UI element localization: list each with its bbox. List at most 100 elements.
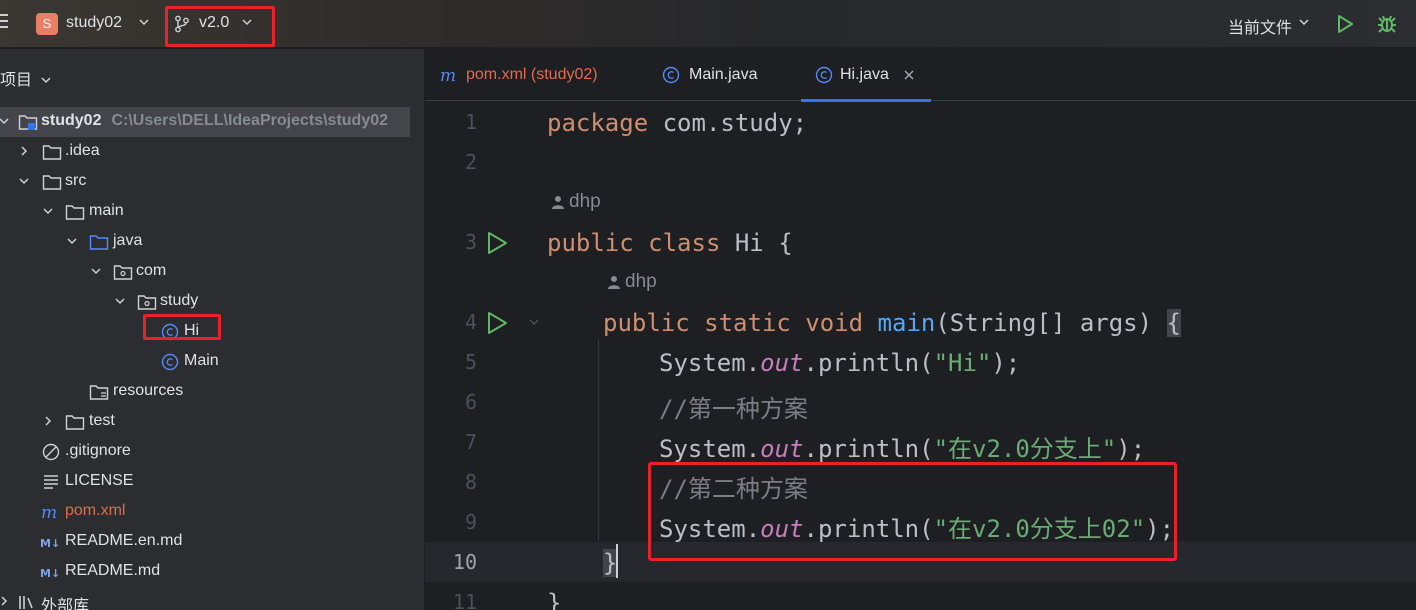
fold-icon[interactable] (528, 317, 540, 327)
tree-item-java[interactable]: java (0, 227, 424, 257)
tree-item-label: Main (184, 352, 219, 369)
folder-icon (42, 175, 62, 190)
folder-icon (65, 415, 85, 430)
tree-item-resources[interactable]: resources (0, 377, 424, 407)
svg-text:m: m (41, 503, 57, 521)
tab-hi-java[interactable]: Hi.java (801, 49, 931, 102)
tree-item-label: LICENSE (65, 472, 134, 489)
line-number: 2 (464, 150, 477, 174)
chevron-down-icon[interactable] (18, 175, 30, 187)
ignore-file-icon (42, 443, 60, 461)
chevron-down-icon[interactable] (40, 75, 52, 85)
chevron-down-icon[interactable] (42, 205, 54, 217)
tree-item-idea[interactable]: .idea (0, 137, 424, 167)
title-bar: S study02 v2.0 当前文件 (0, 0, 1416, 48)
line-number: 8 (464, 470, 477, 494)
tab-label: Hi.java (840, 66, 889, 83)
chevron-down-icon[interactable] (66, 235, 78, 247)
line-number: 1 (464, 110, 477, 134)
main-menu-icon[interactable] (0, 14, 10, 32)
tree-item-label: 外部库 (41, 598, 90, 610)
code-line[interactable]: 1 package com.study; (425, 102, 1416, 142)
markdown-icon: M↓ (40, 567, 60, 580)
run-configuration-selector[interactable]: 当前文件 (1228, 14, 1292, 38)
code-line[interactable]: 2 (425, 142, 1416, 182)
author-hint[interactable]: dhp (607, 271, 657, 293)
author-hint[interactable]: dhp (551, 191, 601, 213)
tree-item-study02[interactable]: study02 C:\Users\DELL\IdeaProjects\study0… (0, 107, 410, 137)
code-line[interactable]: 6 //第一种方案 (425, 382, 1416, 423)
module-folder-icon (18, 115, 38, 130)
markdown-icon: M↓ (40, 537, 60, 550)
tree-item-study[interactable]: study (0, 287, 424, 317)
run-icon[interactable] (1336, 14, 1354, 34)
chevron-down-icon[interactable] (0, 115, 10, 127)
branch-name[interactable]: v2.0 (199, 14, 229, 32)
tree-item-label: src (65, 172, 87, 189)
tab-main-java[interactable]: Main.java (662, 49, 782, 101)
source-folder-icon (89, 235, 109, 250)
project-badge[interactable]: S (36, 13, 58, 35)
tree-item-main-class[interactable]: Main (0, 347, 424, 377)
tab-pom-xml[interactable]: m pom.xml (study02) (439, 49, 639, 101)
tree-item-label: README.en.md (65, 532, 183, 549)
line-number: 9 (464, 510, 477, 534)
tab-label: Main.java (689, 66, 758, 83)
resources-folder-icon (89, 385, 109, 400)
debug-icon[interactable] (1376, 13, 1398, 35)
tree-item-label: study (160, 292, 199, 309)
code-line[interactable]: 4 public static void main(String[] args)… (425, 302, 1416, 342)
code-text: public static void main(String[] args) { (603, 309, 1181, 337)
code-line[interactable]: 7 System.out.println("在v2.0分支上"); (425, 422, 1416, 463)
indent-guide (598, 340, 599, 540)
maven-icon: m (41, 503, 57, 521)
code-line[interactable]: 3 public class Hi { (425, 222, 1416, 262)
tree-item-external-libraries[interactable]: 外部库 (0, 587, 424, 610)
tree-item-license[interactable]: LICENSE (0, 467, 424, 497)
text-caret (616, 544, 618, 578)
tree-item-label: .gitignore (65, 442, 131, 459)
chevron-down-icon[interactable] (114, 295, 126, 307)
code-line[interactable]: 11 } (425, 582, 1416, 610)
tree-item-pom[interactable]: m pom.xml (0, 497, 424, 527)
chevron-right-icon[interactable] (18, 145, 30, 157)
git-branch-icon[interactable] (174, 15, 190, 33)
user-icon (608, 276, 620, 289)
tree-item-label: com (136, 262, 167, 279)
library-icon (19, 596, 33, 609)
run-gutter-icon[interactable] (485, 311, 509, 335)
chevron-down-icon[interactable] (138, 17, 150, 27)
tree-item-com[interactable]: com (0, 257, 424, 287)
line-number: 11 (452, 590, 477, 610)
run-gutter-icon[interactable] (485, 231, 509, 255)
chevron-right-icon[interactable] (42, 415, 54, 427)
folder-icon (65, 205, 85, 220)
module-path: C:\Users\DELL\IdeaProjects\study02 (111, 112, 389, 129)
tree-item-readme-en[interactable]: M↓ README.en.md (0, 527, 424, 557)
chevron-down-icon[interactable] (241, 17, 253, 27)
tree-item-label: README.md (65, 562, 161, 579)
tree-item-test[interactable]: test (0, 407, 424, 437)
chevron-right-icon[interactable] (0, 595, 10, 607)
chevron-down-icon[interactable] (90, 265, 102, 277)
line-number: 3 (464, 230, 477, 254)
code-line[interactable]: 5 System.out.println("Hi"); (425, 342, 1416, 382)
chevron-down-icon[interactable] (1298, 17, 1310, 27)
svg-text:m: m (440, 66, 456, 84)
project-panel-header[interactable]: 项目 (0, 66, 52, 90)
code-text: } (547, 589, 562, 610)
close-icon[interactable] (903, 69, 915, 81)
folder-icon (42, 145, 62, 160)
code-comment: //第一种方案 (659, 395, 808, 423)
project-name[interactable]: study02 (66, 14, 122, 32)
package-icon (137, 295, 157, 310)
tree-item-readme[interactable]: M↓ README.md (0, 557, 424, 587)
tree-item-gitignore[interactable]: .gitignore (0, 437, 424, 467)
inlay-hint-row: dhp (425, 182, 1416, 222)
tree-item-src[interactable]: src (0, 167, 424, 197)
code-text: System.out.println("在v2.0分支上"); (659, 435, 1146, 463)
tree-item-main[interactable]: main (0, 197, 424, 227)
tree-item-label: java (113, 232, 143, 249)
tree-item-label: test (89, 412, 115, 429)
tree-item-label: main (89, 202, 124, 219)
